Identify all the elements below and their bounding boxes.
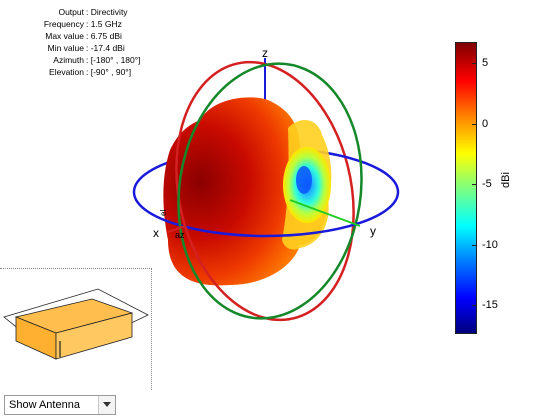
antenna-geometry [3,288,149,360]
x-axis-label: x [153,226,159,240]
colorbar-tick-mark [472,304,477,306]
colorbar-tick-mark [472,63,477,65]
z-axis-label: z [262,46,268,60]
colorbar-tick-mark [472,184,477,186]
az-label: az [175,230,185,240]
colorbar [455,42,477,334]
colorbar-unit-label: dBi [500,172,512,188]
antenna-inset [0,268,152,390]
colorbar-tick-label: -15 [482,298,498,311]
el-label: el [159,210,168,216]
colorbar-tick-mark [472,244,477,246]
show-antenna-dropdown[interactable]: Show Antenna [4,395,116,415]
chevron-down-icon[interactable] [98,396,115,414]
null-core [296,166,312,194]
colorbar-tick-label: -5 [482,178,492,191]
colorbar-tick-label: 0 [482,117,489,130]
colorbar-tick-label: -10 [482,238,498,251]
colorbar-tick-mark [472,123,477,125]
colorbar-tick-label: 5 [482,57,489,70]
y-axis-label: y [370,224,376,238]
dropdown-selected-value: Show Antenna [9,399,80,411]
